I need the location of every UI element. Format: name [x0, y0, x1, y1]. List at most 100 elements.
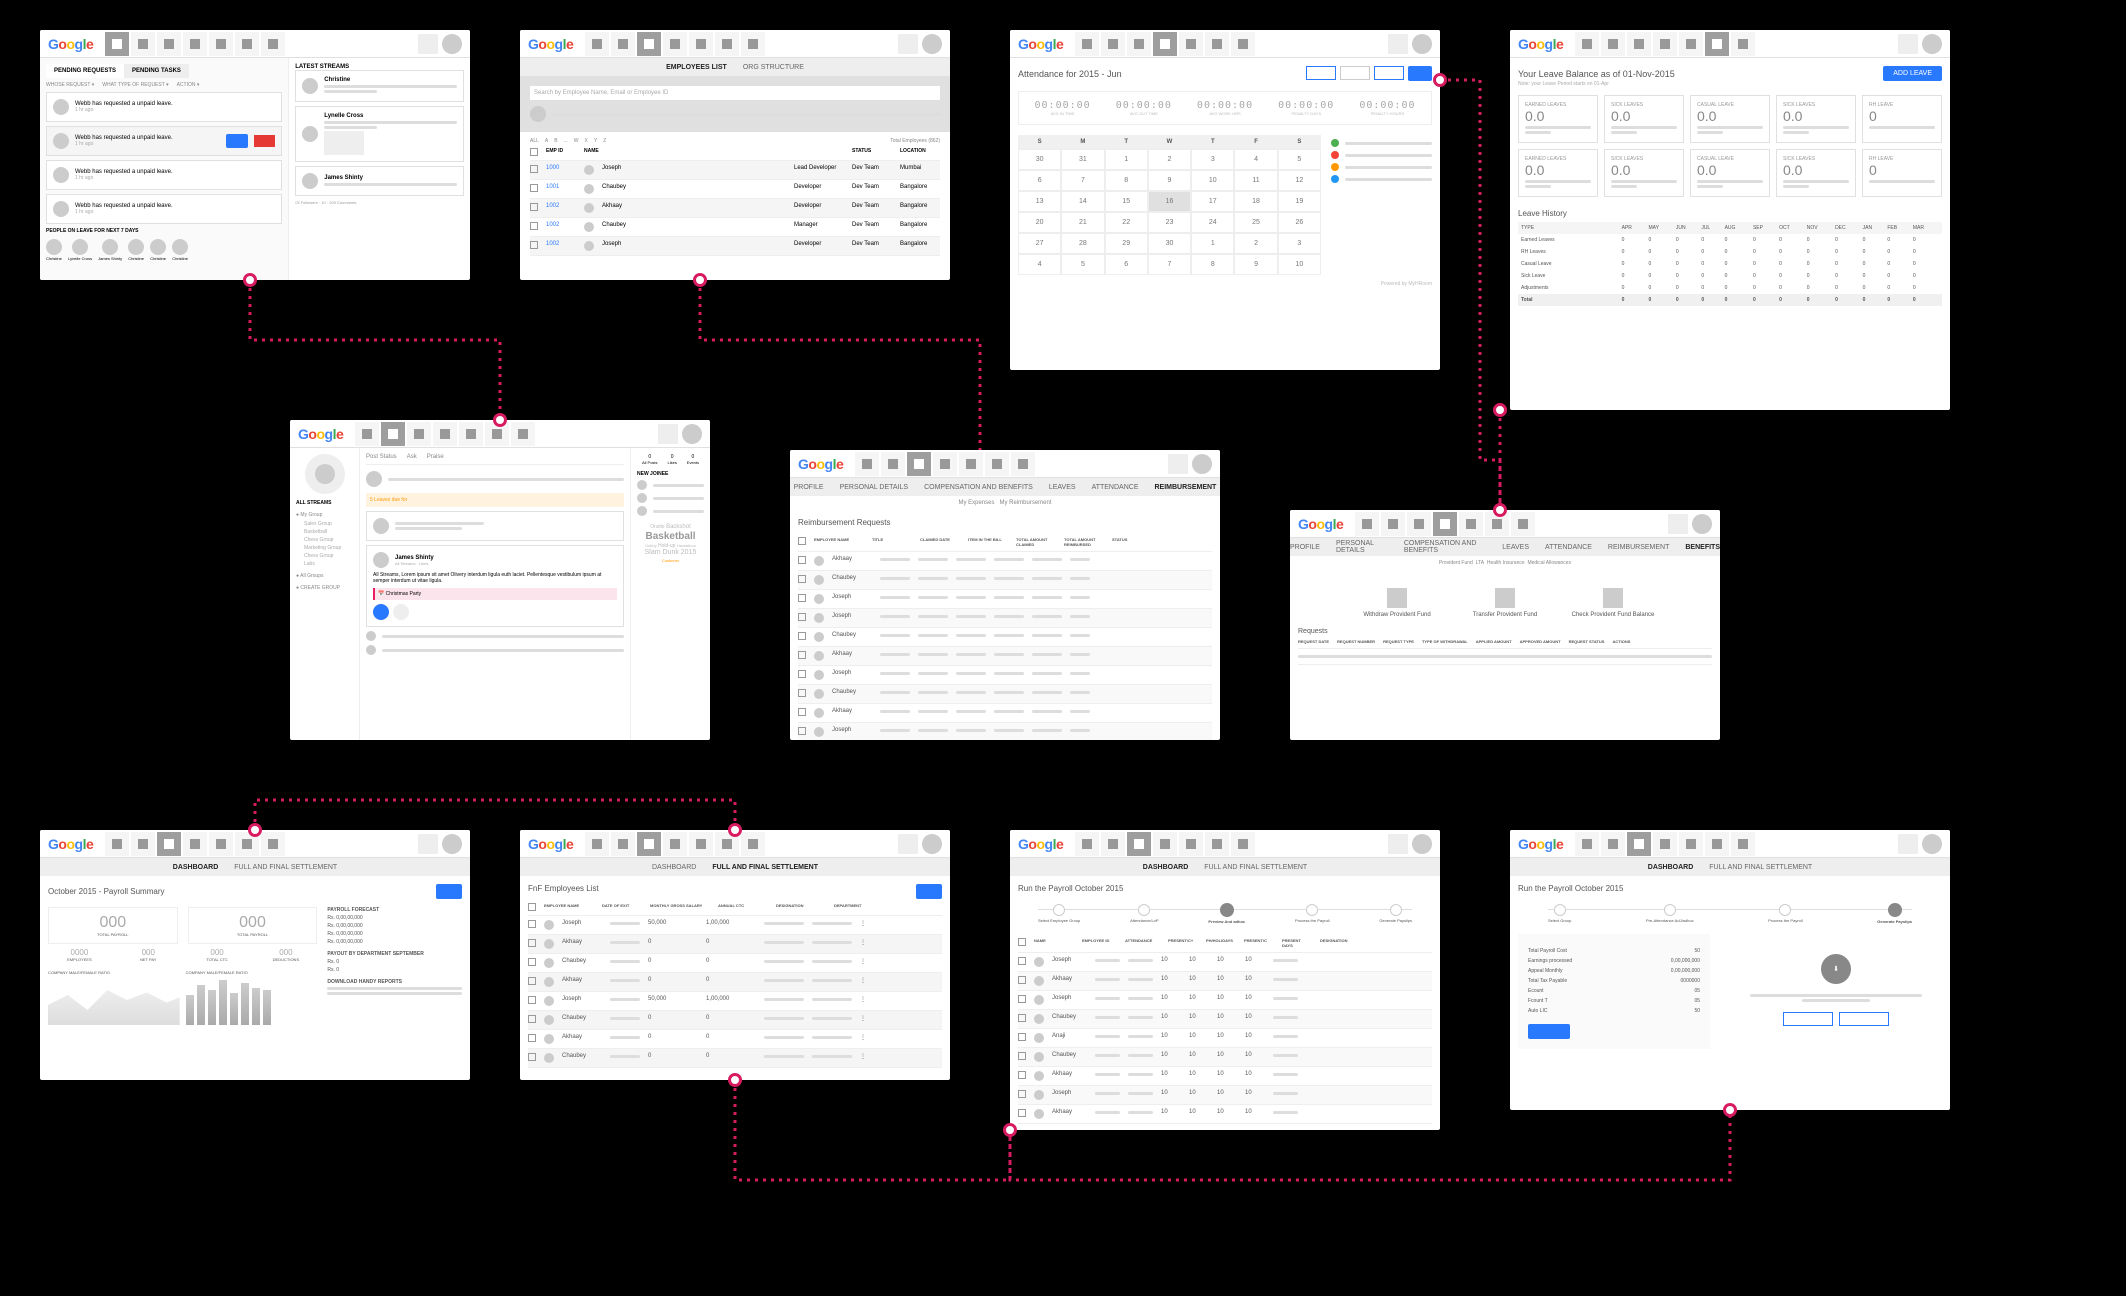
calendar-day[interactable]: 5: [1061, 254, 1104, 275]
table-row[interactable]: Joseph: [798, 666, 1212, 685]
tab-pending-requests[interactable]: PENDING REQUESTS: [46, 64, 124, 78]
calendar-day[interactable]: 30: [1018, 149, 1061, 170]
action-button[interactable]: [1839, 1012, 1889, 1026]
nav-icon[interactable]: [209, 32, 233, 56]
tab-pending-tasks[interactable]: PENDING TASKS: [124, 64, 189, 78]
table-row[interactable]: 1001ChaubeyDeveloperDev TeamBangalore: [530, 180, 940, 199]
calendar-day[interactable]: 6: [1018, 170, 1061, 191]
table-row[interactable]: 1002JosephDeveloperDev TeamBangalore: [530, 237, 940, 256]
calendar-day[interactable]: 28: [1061, 233, 1104, 254]
calendar-day[interactable]: 23: [1148, 212, 1191, 233]
table-row[interactable]: Akhaay00⋮: [528, 1030, 942, 1049]
table-row[interactable]: Chaubey00⋮: [528, 1011, 942, 1030]
calendar-day[interactable]: 1: [1191, 233, 1234, 254]
nav-icon[interactable]: [235, 32, 259, 56]
filter[interactable]: ACTION ▾: [177, 82, 200, 88]
nav-icon[interactable]: [131, 32, 155, 56]
table-row[interactable]: Akhaay: [798, 704, 1212, 723]
calendar-day[interactable]: 1: [1105, 149, 1148, 170]
date-input[interactable]: [1374, 66, 1404, 80]
table-row[interactable]: Akhaay10101010: [1018, 1105, 1432, 1124]
calendar-day[interactable]: 2: [1234, 233, 1277, 254]
calendar-day[interactable]: 14: [1061, 191, 1104, 212]
table-row[interactable]: Chaubey: [798, 685, 1212, 704]
apps-icon[interactable]: [418, 34, 438, 54]
calendar-day[interactable]: 8: [1105, 170, 1148, 191]
go-button[interactable]: [1408, 66, 1432, 81]
calendar-day[interactable]: 29: [1105, 233, 1148, 254]
calendar-day[interactable]: 25: [1234, 212, 1277, 233]
calendar-day[interactable]: 9: [1148, 170, 1191, 191]
table-row[interactable]: Joseph10101010: [1018, 991, 1432, 1010]
calendar-day[interactable]: 4: [1018, 254, 1061, 275]
date-input[interactable]: [1340, 66, 1370, 80]
table-row[interactable]: Joseph10101010: [1018, 953, 1432, 972]
table-row[interactable]: Chaubey: [798, 571, 1212, 590]
table-row[interactable]: Chaubey00⋮: [528, 1049, 942, 1068]
table-row[interactable]: Akhaay: [798, 647, 1212, 666]
calendar-day[interactable]: 21: [1061, 212, 1104, 233]
table-row[interactable]: Akhaay10101010: [1018, 1067, 1432, 1086]
table-row[interactable]: Anaji10101010: [1018, 1029, 1432, 1048]
table-row[interactable]: Chaubey10101010: [1018, 1010, 1432, 1029]
tab[interactable]: Praise: [427, 454, 444, 460]
calendar-day[interactable]: 24: [1191, 212, 1234, 233]
calendar-day[interactable]: 6: [1105, 254, 1148, 275]
nav-icon[interactable]: [105, 32, 129, 56]
tab[interactable]: Ask: [407, 454, 417, 460]
calendar-day[interactable]: 15: [1105, 191, 1148, 212]
calendar-day[interactable]: 2: [1148, 149, 1191, 170]
table-row[interactable]: Joseph: [798, 590, 1212, 609]
action-button[interactable]: [1783, 1012, 1833, 1026]
filter[interactable]: WHOSE REQUEST ▾: [46, 82, 94, 88]
calendar-day[interactable]: 26: [1278, 212, 1321, 233]
reject-button[interactable]: [254, 135, 275, 147]
calendar-day[interactable]: 7: [1148, 254, 1191, 275]
action-button[interactable]: [916, 884, 942, 899]
calendar-day[interactable]: 4: [1234, 149, 1277, 170]
calendar-day[interactable]: 17: [1191, 191, 1234, 212]
table-row[interactable]: Joseph: [798, 723, 1212, 740]
table-row[interactable]: Akhaay00⋮: [528, 935, 942, 954]
calendar-day[interactable]: 10: [1191, 170, 1234, 191]
table-row[interactable]: 1000JosephLead DeveloperDev TeamMumbai: [530, 161, 940, 180]
calendar-day[interactable]: 3: [1191, 149, 1234, 170]
filter[interactable]: WHAT TYPE OF REQUEST ▾: [102, 82, 168, 88]
calendar-day[interactable]: 20: [1018, 212, 1061, 233]
calendar-day[interactable]: 3: [1278, 233, 1321, 254]
tab[interactable]: ORG STRUCTURE: [743, 64, 804, 71]
nav-icon[interactable]: [183, 32, 207, 56]
tab[interactable]: Post Status: [366, 454, 397, 460]
calendar-day[interactable]: 11: [1234, 170, 1277, 191]
add-leave-button[interactable]: ADD LEAVE: [1883, 66, 1942, 81]
submit-button[interactable]: [1528, 1024, 1570, 1039]
table-row[interactable]: Akhaay: [798, 552, 1212, 571]
calendar-day[interactable]: 30: [1148, 233, 1191, 254]
calendar-day[interactable]: 31: [1061, 149, 1104, 170]
calendar-day[interactable]: 5: [1278, 149, 1321, 170]
table-row[interactable]: Chaubey00⋮: [528, 954, 942, 973]
table-row[interactable]: Chaubey: [798, 628, 1212, 647]
action-button[interactable]: [436, 884, 462, 899]
calendar-day[interactable]: 7: [1061, 170, 1104, 191]
nav-icon[interactable]: [261, 32, 285, 56]
calendar[interactable]: 3031123456789101112131415161718192021222…: [1018, 149, 1321, 275]
date-input[interactable]: [1306, 66, 1336, 80]
table-row[interactable]: Joseph: [798, 609, 1212, 628]
avatar[interactable]: [442, 34, 462, 54]
search-input[interactable]: Search by Employee Name, Email or Employ…: [530, 86, 940, 100]
action-card[interactable]: Check Provident Fund Balance: [1563, 612, 1663, 618]
table-row[interactable]: Akhaay00⋮: [528, 973, 942, 992]
table-row[interactable]: Joseph50,0001,00,000⋮: [528, 992, 942, 1011]
approve-button[interactable]: [226, 134, 247, 148]
table-row[interactable]: Joseph10101010: [1018, 1086, 1432, 1105]
calendar-day[interactable]: 27: [1018, 233, 1061, 254]
calendar-day[interactable]: 13: [1018, 191, 1061, 212]
calendar-day[interactable]: 9: [1234, 254, 1277, 275]
action-card[interactable]: Transfer Provident Fund: [1455, 612, 1555, 618]
calendar-day[interactable]: 10: [1278, 254, 1321, 275]
calendar-day[interactable]: 12: [1278, 170, 1321, 191]
action-card[interactable]: Withdraw Provident Fund: [1347, 612, 1447, 618]
tab[interactable]: EMPLOYEES LIST: [666, 64, 727, 71]
table-row[interactable]: Akhaay10101010: [1018, 972, 1432, 991]
